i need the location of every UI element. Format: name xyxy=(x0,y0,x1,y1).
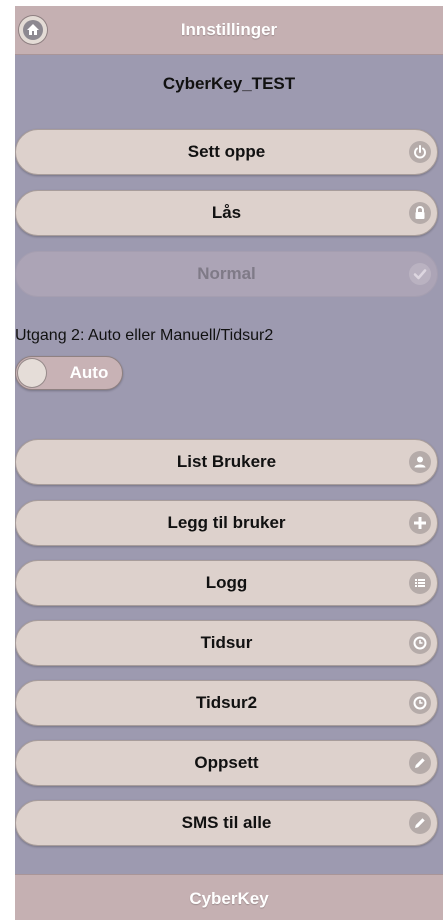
list-users-label: List Brukere xyxy=(176,452,277,471)
page-title: Innstillinger xyxy=(180,20,278,39)
header-bar: Innstillinger xyxy=(15,6,443,55)
timer2-label: Tidsur2 xyxy=(195,693,258,712)
arm-button-label: Sett oppe xyxy=(187,142,266,161)
output2-toggle[interactable]: Auto xyxy=(15,356,123,390)
plus-icon xyxy=(409,512,431,534)
toggle-label: Auto xyxy=(69,363,109,382)
device-name: CyberKey_TEST xyxy=(162,74,296,93)
output2-label: Utgang 2: Auto eller Manuell/Tidsur2 xyxy=(15,327,274,344)
timer2-button[interactable]: Tidsur2 xyxy=(15,680,438,726)
list-icon xyxy=(409,572,431,594)
edit-icon xyxy=(409,812,431,834)
arm-button[interactable]: Sett oppe xyxy=(15,129,438,175)
timer-label: Tidsur xyxy=(200,633,253,652)
lock-button[interactable]: Lås xyxy=(15,190,438,236)
setup-label: Oppsett xyxy=(194,753,259,772)
log-label: Logg xyxy=(205,573,248,592)
list-users-button[interactable]: List Brukere xyxy=(15,439,438,485)
normal-button-label: Normal xyxy=(197,264,256,283)
edit-icon xyxy=(409,752,431,774)
user-icon xyxy=(409,451,431,473)
check-icon xyxy=(409,263,431,285)
clock-icon xyxy=(409,692,431,714)
setup-button[interactable]: Oppsett xyxy=(15,740,438,786)
app-screen: Innstillinger CyberKey_TEST Sett oppe Lå… xyxy=(15,6,443,920)
footer-bar: CyberKey xyxy=(15,874,443,920)
toggle-knob[interactable] xyxy=(18,359,46,387)
lock-icon xyxy=(409,202,431,224)
footer-title: CyberKey xyxy=(189,889,269,908)
add-user-label: Legg til bruker xyxy=(167,513,286,532)
lock-button-label: Lås xyxy=(211,203,242,222)
power-icon xyxy=(409,141,431,163)
add-user-button[interactable]: Legg til bruker xyxy=(15,500,438,546)
sms-all-button[interactable]: SMS til alle xyxy=(15,800,438,846)
normal-button[interactable]: Normal xyxy=(15,251,438,297)
log-button[interactable]: Logg xyxy=(15,560,438,606)
clock-icon xyxy=(409,632,431,654)
sms-all-label: SMS til alle xyxy=(181,813,272,832)
timer-button[interactable]: Tidsur xyxy=(15,620,438,666)
